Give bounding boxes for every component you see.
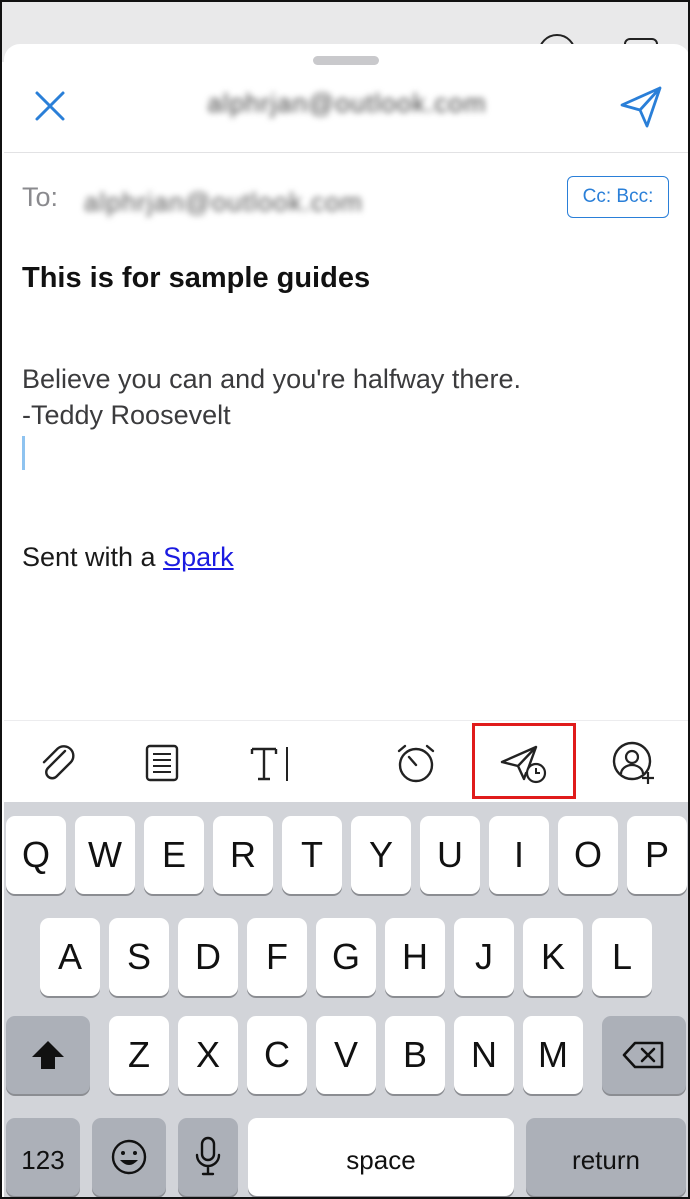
- text-format-icon: [250, 747, 288, 781]
- template-button[interactable]: [138, 739, 186, 787]
- compose-toolbar: [4, 720, 688, 803]
- key-x[interactable]: X: [178, 1016, 238, 1094]
- signature-prefix: Sent with a: [22, 542, 164, 572]
- key-t[interactable]: T: [282, 816, 342, 894]
- key-a[interactable]: A: [40, 918, 100, 996]
- key-p[interactable]: P: [627, 816, 687, 894]
- signature[interactable]: Sent with a Spark: [22, 542, 234, 573]
- send-icon: [620, 86, 662, 128]
- key-e[interactable]: E: [144, 816, 204, 894]
- subject-field[interactable]: This is for sample guides: [22, 262, 370, 295]
- key-z[interactable]: Z: [109, 1016, 169, 1094]
- shift-icon: [32, 1041, 64, 1069]
- key-b[interactable]: B: [385, 1016, 445, 1094]
- dictation-key[interactable]: [178, 1118, 238, 1196]
- space-key[interactable]: space: [248, 1118, 514, 1196]
- alarm-icon: [397, 744, 435, 783]
- to-label: To:: [22, 182, 59, 212]
- key-o[interactable]: O: [558, 816, 618, 894]
- key-h[interactable]: H: [385, 918, 445, 996]
- screen: alphrjan@outlook.com To: alphrjan@outloo…: [0, 0, 690, 1199]
- key-q[interactable]: Q: [6, 816, 66, 894]
- numbers-key[interactable]: 123: [6, 1118, 80, 1196]
- key-s[interactable]: S: [109, 918, 169, 996]
- key-w[interactable]: W: [75, 816, 135, 894]
- return-key-label: return: [572, 1145, 640, 1175]
- backspace-icon: [622, 1041, 664, 1069]
- add-contact-icon: [612, 741, 654, 784]
- to-recipient[interactable]: alphrjan@outlook.com: [84, 187, 363, 218]
- numbers-key-label: 123: [21, 1145, 65, 1175]
- send-button[interactable]: [616, 82, 666, 132]
- key-n[interactable]: N: [454, 1016, 514, 1094]
- text-cursor: [22, 436, 25, 470]
- key-i[interactable]: I: [489, 816, 549, 894]
- cc-bcc-button[interactable]: Cc: Bcc:: [567, 176, 669, 218]
- compose-sheet: alphrjan@outlook.com To: alphrjan@outloo…: [4, 44, 688, 814]
- key-r[interactable]: R: [213, 816, 273, 894]
- key-l[interactable]: L: [592, 918, 652, 996]
- key-k[interactable]: K: [523, 918, 583, 996]
- key-j[interactable]: J: [454, 918, 514, 996]
- return-key[interactable]: return: [526, 1118, 686, 1196]
- key-u[interactable]: U: [420, 816, 480, 894]
- add-contact-button[interactable]: [610, 739, 658, 787]
- from-address[interactable]: alphrjan@outlook.com: [4, 88, 688, 119]
- emoji-key[interactable]: [92, 1118, 166, 1196]
- attach-button[interactable]: [34, 739, 82, 787]
- compose-header: alphrjan@outlook.com: [4, 44, 688, 153]
- key-y[interactable]: Y: [351, 816, 411, 894]
- microphone-icon: [195, 1136, 221, 1176]
- paperclip-icon: [42, 745, 75, 780]
- key-v[interactable]: V: [316, 1016, 376, 1094]
- text-format-button[interactable]: [246, 739, 302, 787]
- key-f[interactable]: F: [247, 918, 307, 996]
- emoji-icon: [111, 1139, 147, 1175]
- key-c[interactable]: C: [247, 1016, 307, 1094]
- shift-key[interactable]: [6, 1016, 90, 1094]
- key-m[interactable]: M: [523, 1016, 583, 1094]
- spark-link[interactable]: Spark: [163, 542, 234, 572]
- send-later-icon: [500, 745, 547, 784]
- key-d[interactable]: D: [178, 918, 238, 996]
- key-g[interactable]: G: [316, 918, 376, 996]
- body-line-2[interactable]: -Teddy Roosevelt: [22, 400, 231, 431]
- send-later-button[interactable]: [498, 739, 552, 787]
- body-line-1[interactable]: Believe you can and you're halfway there…: [22, 364, 521, 395]
- template-icon: [145, 744, 179, 782]
- keyboard: QWERTYUIOP ASDFGHJKL ZXCVBNM 123 space r…: [4, 802, 688, 1197]
- delete-key[interactable]: [602, 1016, 686, 1094]
- space-key-label: space: [346, 1145, 416, 1175]
- reminder-button[interactable]: [392, 739, 440, 787]
